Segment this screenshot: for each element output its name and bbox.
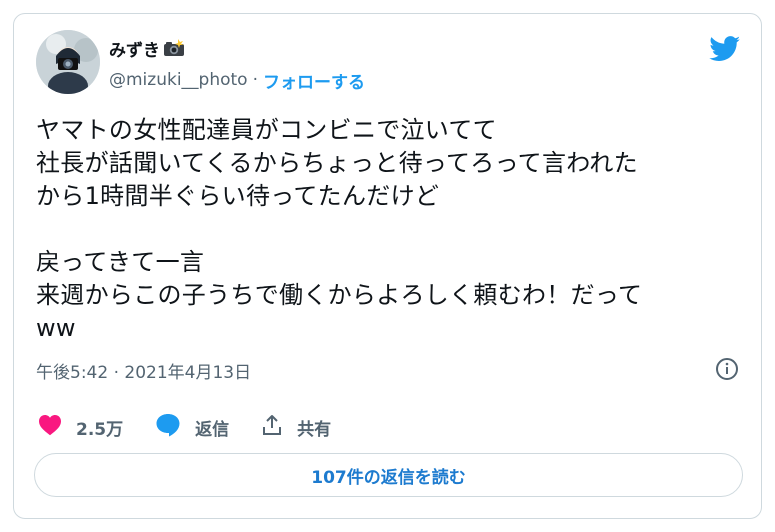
avatar[interactable] [36, 30, 100, 94]
author-block: みずき @mizuki__photo · フォローする [109, 36, 365, 93]
read-replies-button[interactable]: 107件の返信を読む [34, 453, 743, 497]
reply-button[interactable]: 返信 [155, 413, 229, 442]
like-count: 2.5万 [76, 419, 124, 440]
camera-flash-icon [163, 39, 185, 57]
share-label: 共有 [297, 419, 332, 440]
tweet-card: みずき @mizuki__photo · フォローする ヤマトの女性配達員がコン… [13, 13, 762, 519]
info-icon[interactable] [715, 357, 739, 381]
tweet-timestamp[interactable]: 午後5:42 · 2021年4月13日 [36, 358, 251, 383]
follow-button[interactable]: フォローする [263, 68, 365, 93]
reply-label: 返信 [195, 419, 230, 440]
display-name-row: みずき [109, 36, 365, 61]
tweet-text: ヤマトの女性配達員がコンビニで泣いてて 社長が話聞いてくるからちょっと待ってろっ… [36, 116, 643, 342]
handle-row: @mizuki__photo · フォローする [109, 68, 365, 93]
tweet-actions: 2.5万 返信 共有 [38, 413, 331, 442]
separator-dot: · [252, 70, 258, 90]
like-button[interactable]: 2.5万 [38, 414, 123, 441]
heart-icon [38, 414, 62, 441]
twitter-bird-icon[interactable] [709, 36, 741, 62]
display-name[interactable]: みずき [109, 36, 160, 61]
speech-bubble-icon [155, 413, 181, 442]
share-button[interactable]: 共有 [261, 414, 331, 441]
share-upload-icon [261, 414, 283, 441]
user-handle[interactable]: @mizuki__photo [109, 70, 248, 90]
